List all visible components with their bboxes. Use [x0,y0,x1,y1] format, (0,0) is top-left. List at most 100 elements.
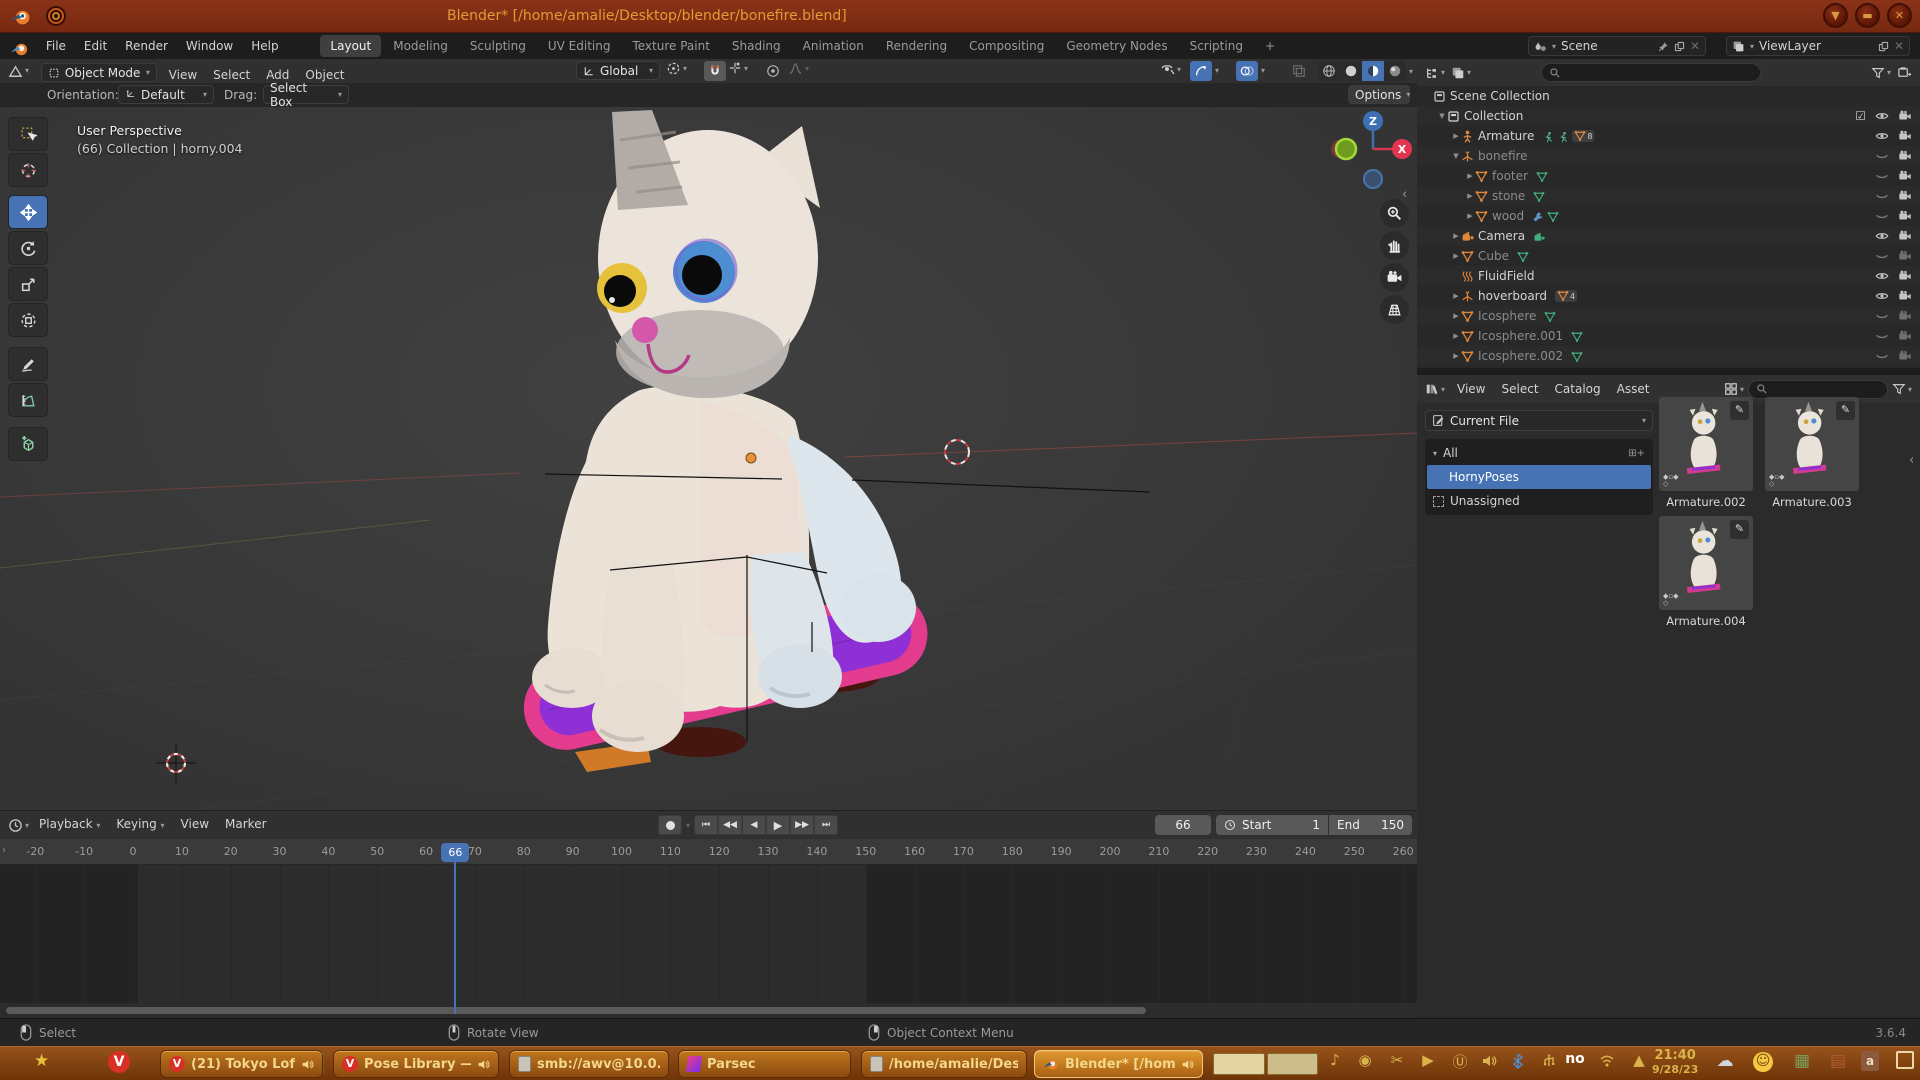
outliner-row-camera[interactable]: ▶Camera [1417,226,1920,246]
scene-name[interactable]: Scene [1561,39,1653,53]
hide-viewport-toggle[interactable] [1875,269,1889,283]
frame-start-field[interactable]: Start1 [1216,815,1328,835]
disable-render-toggle[interactable] [1898,149,1912,163]
catalog-all[interactable]: ▾All⊞+ [1427,441,1651,465]
catalog-expand-arrow[interactable]: ▾ [1433,449,1437,458]
tray-dictionary-icon[interactable]: a [1857,1051,1883,1071]
timeline-expand-chevron[interactable]: › [2,845,6,856]
catalog-unassigned[interactable]: Unassigned [1427,489,1651,513]
menu-window[interactable]: Window [177,33,242,59]
drag-value-dropdown[interactable]: Select Box▾ [263,85,349,104]
outliner-row-irradiancevolume[interactable]: ▶IrradianceVolume [1417,366,1920,368]
hide-viewport-toggle[interactable] [1875,229,1889,243]
hide-viewport-toggle-off[interactable] [1875,209,1889,223]
disable-render-toggle[interactable] [1898,109,1912,123]
options-button[interactable]: Options▾ [1348,85,1410,104]
asset-sidebar-chevron[interactable]: ‹ [1909,453,1914,468]
tray-usb-icon[interactable] [1536,1051,1562,1069]
falloff-dropdown[interactable]: ▾ [788,61,809,76]
outliner-row-scene-collection[interactable]: Scene Collection [1417,86,1920,106]
tray-books-icon[interactable]: ▤ [1825,1051,1851,1071]
pivot-point-dropdown[interactable]: ▾ [666,61,687,76]
menu-file[interactable]: File [37,33,75,59]
gizmos-dropdown-chevron[interactable]: ▾ [1215,66,1219,75]
tray-media-record-icon[interactable]: ◉ [1352,1051,1378,1069]
timeline-dopesheet[interactable] [0,865,1417,1003]
prev-keyframe-button[interactable]: ◀◀ [718,815,742,835]
hide-viewport-toggle-off[interactable] [1875,169,1889,183]
jump-to-end-button[interactable]: ⏭ [814,815,838,835]
disable-render-toggle[interactable] [1898,229,1912,243]
disable-render-toggle[interactable] [1898,129,1912,143]
disable-render-toggle-off[interactable] [1898,349,1912,363]
asset-thumbnail[interactable]: ✎◆▫◆◇ [1765,397,1859,491]
tray-wifi-icon[interactable] [1594,1051,1620,1069]
gizmos-toggle[interactable] [1190,61,1212,81]
taskbar-window-2[interactable]: VPose Library — ... [333,1050,499,1078]
playhead-line[interactable] [454,862,456,1014]
remove-viewlayer-icon[interactable]: ✕ [1894,39,1904,53]
outliner-row-icosphere-002[interactable]: ▶Icosphere.002 [1417,346,1920,366]
tool-rotate[interactable] [8,231,48,265]
viewlayer-name[interactable]: ViewLayer [1759,39,1873,53]
menu-render[interactable]: Render [116,33,177,59]
add-workspace-button[interactable]: + [1255,35,1285,57]
editor-type-button[interactable]: ▾ [8,59,29,83]
expand-arrow[interactable]: ▶ [1451,312,1461,320]
tool-measure[interactable] [8,383,48,417]
workspace-tab-texture-paint[interactable]: Texture Paint [622,35,719,57]
3d-viewport[interactable]: User Perspective (66) Collection | horny… [0,107,1417,810]
orientation-value-dropdown[interactable]: Default▾ [118,85,214,104]
workspace-tab-rendering[interactable]: Rendering [876,35,957,57]
tray-music-note-icon[interactable]: ♪ [1322,1051,1348,1069]
outliner-editor-type-button[interactable]: ▾ [1425,66,1445,80]
minimize-button[interactable]: ▼ [1823,3,1848,28]
hide-viewport-toggle-off[interactable] [1875,329,1889,343]
timeline-ruler[interactable]: -20-100102030405060708090100110120130140… [0,839,1417,865]
hide-viewport-toggle[interactable] [1875,289,1889,303]
outliner-row-fluidfield[interactable]: FluidField [1417,266,1920,286]
outliner-row-wood[interactable]: ▶wood [1417,206,1920,226]
frame-end-field[interactable]: End150 [1329,815,1412,835]
tray-play-circle-icon[interactable]: ▶ [1415,1051,1441,1069]
disable-render-toggle-off[interactable] [1898,309,1912,323]
xray-toggle[interactable] [1288,61,1310,81]
asset-search-input[interactable] [1748,380,1888,399]
tray-tray-expand-caret-icon[interactable]: ▲ [1626,1051,1652,1069]
outliner-row-stone[interactable]: ▶stone [1417,186,1920,206]
outliner-row-icosphere[interactable]: ▶Icosphere [1417,306,1920,326]
asset-menu-catalog[interactable]: Catalog [1547,377,1609,401]
hide-viewport-toggle[interactable] [1875,129,1889,143]
tool-annotate[interactable] [8,347,48,381]
workspace-tab-animation[interactable]: Animation [793,35,874,57]
overlays-dropdown-chevron[interactable]: ▾ [1261,66,1265,75]
tray-shield-icon[interactable]: Ⓤ [1447,1051,1473,1072]
workspace-tab-scripting[interactable]: Scripting [1180,35,1253,57]
timeline-menu-keying[interactable]: Keying ▾ [108,812,172,838]
asset-card-armature-002[interactable]: ✎◆▫◆◇Armature.002 [1659,397,1753,509]
transform-orientation-dropdown[interactable]: Global▾ [576,61,660,80]
overlays-toggle[interactable] [1236,61,1258,81]
sidebar-expand-chevron[interactable]: ‹ [1402,187,1407,202]
asset-menu-asset[interactable]: Asset [1609,377,1658,401]
tray-emoji-smiley-icon[interactable]: ☺ [1750,1051,1776,1072]
tray-volume-icon[interactable] [1476,1051,1502,1069]
shading-material-button[interactable] [1362,61,1384,81]
asset-thumbnail[interactable]: ✎◆▫◆◇ [1659,516,1753,610]
pan-tool-button[interactable] [1380,231,1409,260]
current-frame-indicator[interactable]: 66 [441,843,469,862]
tool-add-cube[interactable] [8,427,48,461]
disable-render-toggle-off[interactable] [1898,329,1912,343]
hide-viewport-toggle-off[interactable] [1875,309,1889,323]
disable-render-toggle-off[interactable] [1898,249,1912,263]
taskbar-window-4[interactable]: Parsec [678,1050,851,1078]
jump-to-start-button[interactable]: ⏮ [694,815,718,835]
outliner-filter-dropdown[interactable]: ▾ [1871,66,1891,80]
window-menu-icon[interactable] [44,4,68,28]
hide-viewport-toggle-off[interactable] [1875,349,1889,363]
taskbar-window-3[interactable]: smb://awv@10.0.0.... [509,1050,669,1078]
asset-menu-select[interactable]: Select [1494,377,1547,401]
taskbar-window-1[interactable]: V(21) Tokyo Lofi ... [160,1050,323,1078]
taskbar-window-6[interactable]: Blender* [/hom... [1034,1050,1203,1078]
outliner-row-icosphere-001[interactable]: ▶Icosphere.001 [1417,326,1920,346]
